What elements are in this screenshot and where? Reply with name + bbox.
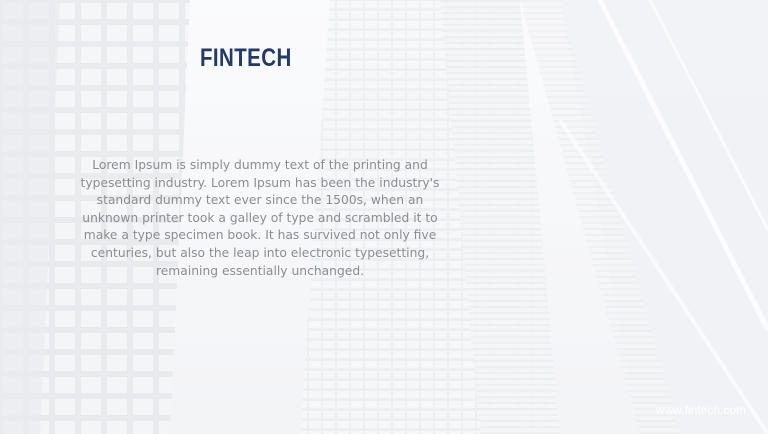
footer-url[interactable]: www.fintech.com [656, 403, 746, 417]
slide: FINTECH Lorem Ipsum is simply dummy text… [0, 0, 768, 434]
slide-title: FINTECH [200, 44, 292, 72]
slide-body-text: Lorem Ipsum is simply dummy text of the … [80, 158, 440, 278]
